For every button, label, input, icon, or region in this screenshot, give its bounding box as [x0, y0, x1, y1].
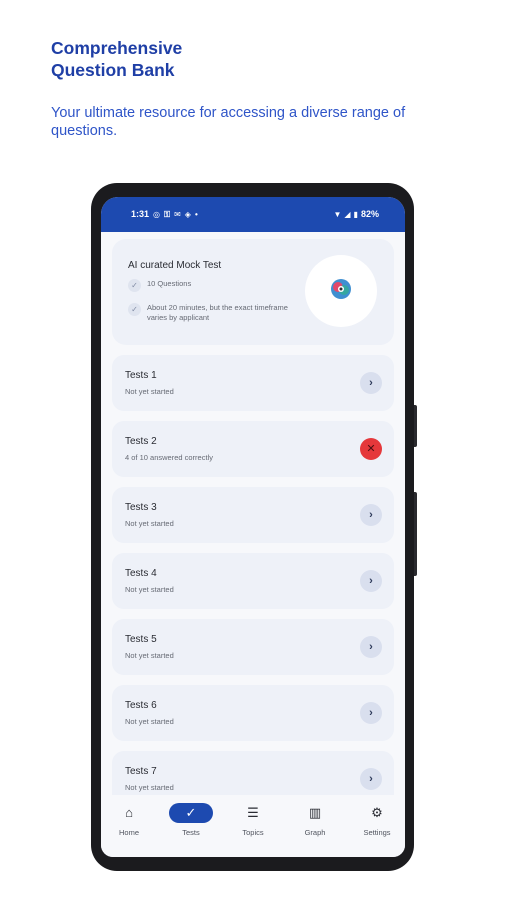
promo-headline-line1: Comprehensive: [51, 38, 183, 58]
test-card-status: Not yet started: [125, 519, 174, 528]
status-bar-left: 1:31 ◎ ⚿ ✉ ◈ •: [131, 209, 198, 219]
nav-label-home: Home: [118, 828, 139, 837]
test-card-title: Tests 6: [125, 700, 157, 711]
test-card-title: Tests 2: [125, 436, 157, 447]
chevron-right-icon[interactable]: ›: [360, 702, 382, 724]
hero-item-duration: ✓ About 20 minutes, but the exact timefr…: [128, 303, 307, 322]
fail-x-icon[interactable]: ✕: [360, 438, 382, 460]
promo-headline-line2: Question Bank: [51, 60, 175, 80]
wifi-icon: ▼: [333, 209, 342, 219]
test-card-title: Tests 3: [125, 502, 157, 513]
test-card-status: 4 of 10 answered correctly: [125, 453, 213, 462]
key-icon: ⚿: [164, 209, 171, 219]
list-icon: ☰: [247, 805, 259, 820]
nav-item-topics[interactable]: ☰ Topics: [223, 803, 283, 837]
battery-percent: 82%: [360, 209, 379, 219]
nav-label-graph: Graph: [304, 828, 326, 837]
location-icon: ◈: [184, 209, 191, 219]
whatsapp-icon: ◎: [153, 209, 160, 219]
nav-label-tests: Tests: [182, 828, 200, 837]
chevron-right-icon[interactable]: ›: [360, 570, 382, 592]
test-card[interactable]: Tests 4 Not yet started ›: [112, 553, 394, 609]
nav-item-settings[interactable]: ⚙ Settings: [347, 803, 405, 837]
test-card-status: Not yet started: [125, 783, 174, 792]
test-card-title: Tests 1: [125, 370, 157, 381]
check-icon: ✓: [169, 803, 213, 823]
test-card[interactable]: Tests 5 Not yet started ›: [112, 619, 394, 675]
chevron-right-icon[interactable]: ›: [360, 768, 382, 790]
test-card-status: Not yet started: [125, 387, 174, 396]
home-icon: ⌂: [125, 805, 133, 820]
nav-item-home[interactable]: ⌂ Home: [101, 803, 159, 837]
promo-subline: Your ultimate resource for accessing a d…: [51, 105, 406, 139]
bar-chart-icon: ▥: [308, 805, 322, 820]
ai-mock-test-card[interactable]: AI curated Mock Test ✓ 10 Questions ✓ Ab…: [112, 239, 394, 345]
test-card-title: Tests 5: [125, 634, 157, 645]
gmail-icon: ✉: [174, 209, 181, 219]
nav-item-graph[interactable]: ▥ Graph: [285, 803, 345, 837]
test-card-title: Tests 4: [125, 568, 157, 579]
hero-item-questions: ✓ 10 Questions: [128, 279, 307, 292]
brain-gear-icon: [305, 255, 377, 327]
phone-volume-button: [414, 492, 417, 576]
chevron-right-icon[interactable]: ›: [360, 504, 382, 526]
bottom-nav: ⌂ Home ✓ Tests ☰ Topics ▥ Graph ⚙ Settin…: [101, 795, 405, 857]
signal-icon: ◢: [344, 209, 351, 219]
chevron-right-icon[interactable]: ›: [360, 372, 382, 394]
nav-item-tests[interactable]: ✓ Tests: [161, 803, 221, 837]
test-card[interactable]: Tests 6 Not yet started ›: [112, 685, 394, 741]
test-card-title: Tests 7: [125, 766, 157, 777]
test-card[interactable]: Tests 2 4 of 10 answered correctly ✕: [112, 421, 394, 477]
test-card-status: Not yet started: [125, 585, 174, 594]
status-bar: 1:31 ◎ ⚿ ✉ ◈ • ▼ ◢ ▮ 82%: [101, 197, 405, 232]
test-card[interactable]: Tests 1 Not yet started ›: [112, 355, 394, 411]
ai-mock-test-title: AI curated Mock Test: [128, 260, 222, 271]
promo-headline: Comprehensive Question Bank: [51, 37, 351, 81]
status-time: 1:31: [131, 209, 150, 219]
test-card-status: Not yet started: [125, 717, 174, 726]
test-card[interactable]: Tests 3 Not yet started ›: [112, 487, 394, 543]
nav-label-settings: Settings: [363, 828, 391, 837]
phone-power-button: [414, 405, 417, 447]
hero-item-questions-text: 10 Questions: [147, 279, 192, 288]
chevron-right-icon[interactable]: ›: [360, 636, 382, 658]
battery-icon: ▮: [353, 209, 358, 219]
check-circle-icon: ✓: [128, 279, 141, 292]
phone-screen: 1:31 ◎ ⚿ ✉ ◈ • ▼ ◢ ▮ 82% AI curated Mock…: [101, 197, 405, 857]
check-circle-icon: ✓: [128, 303, 141, 316]
test-card-status: Not yet started: [125, 651, 174, 660]
status-bar-right: ▼ ◢ ▮ 82%: [334, 209, 380, 219]
hero-item-duration-text: About 20 minutes, but the exact timefram…: [147, 303, 288, 322]
nav-label-topics: Topics: [242, 828, 264, 837]
gear-icon: ⚙: [371, 805, 383, 820]
dot-icon: •: [194, 209, 198, 219]
